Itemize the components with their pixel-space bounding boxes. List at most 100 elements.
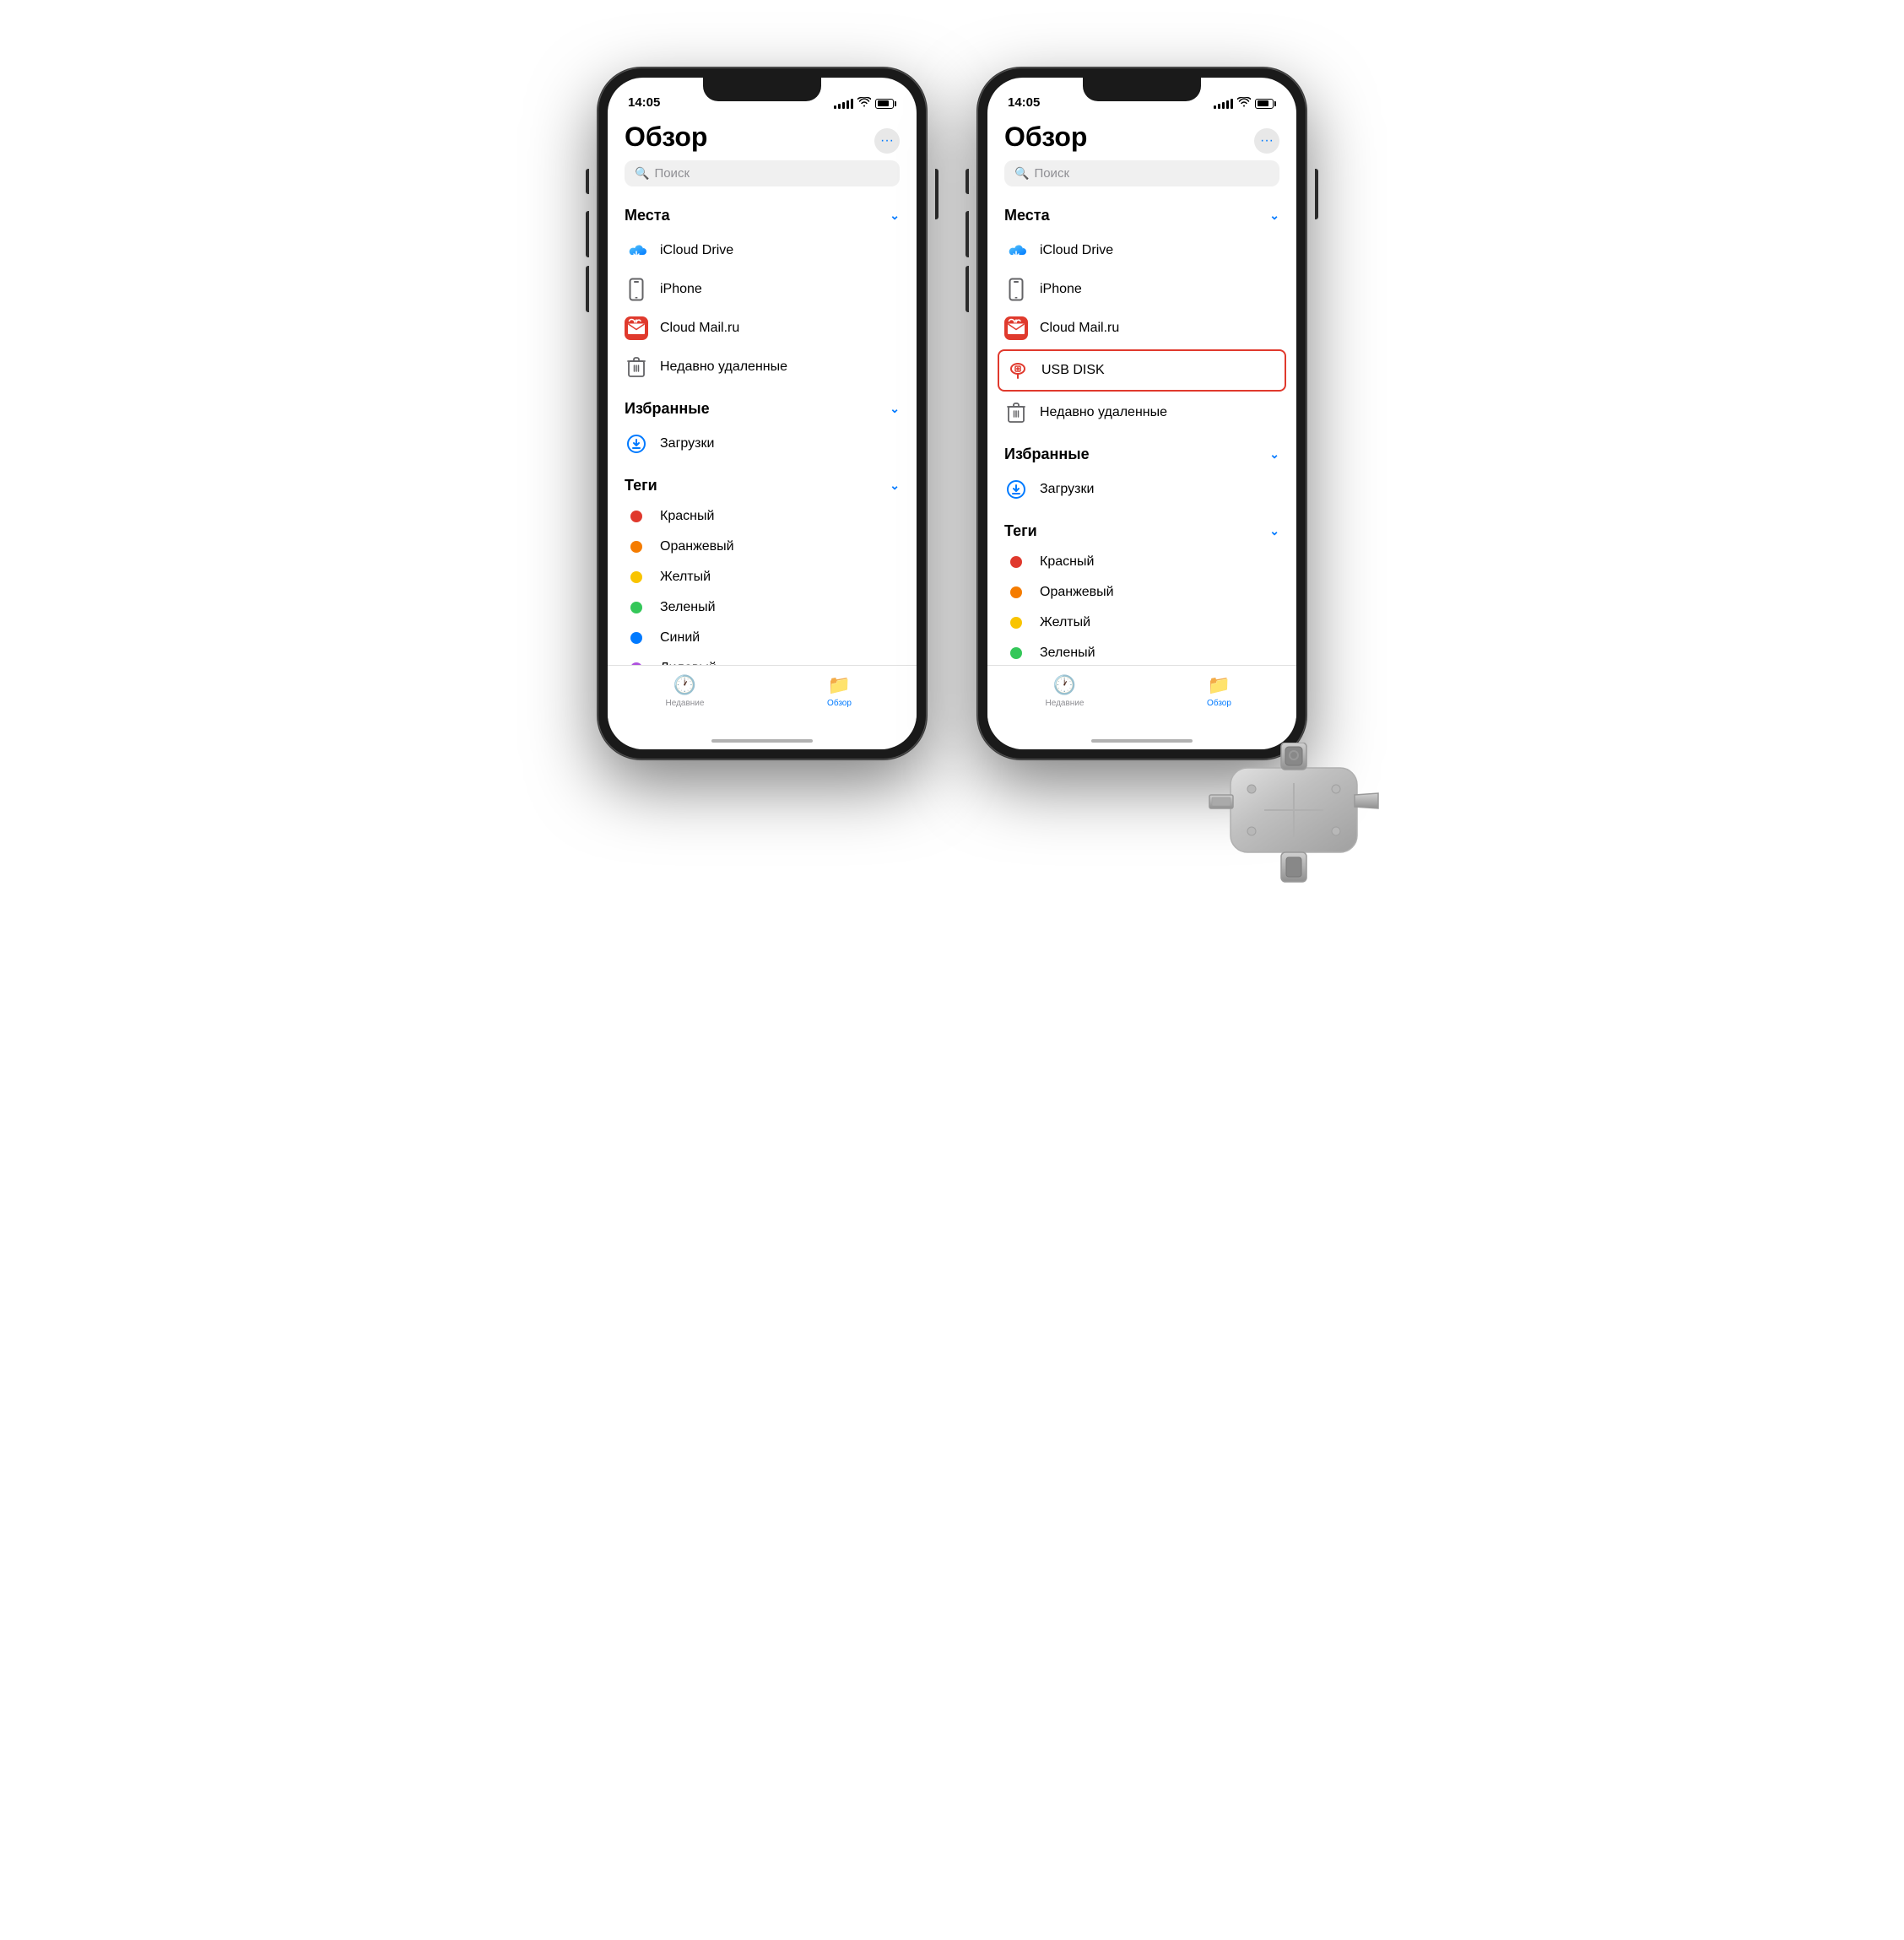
content-area: Обзор ··· 🔍 Поиск Места — [608, 115, 917, 665]
item-label-green: Зеленый — [660, 600, 716, 615]
signal-bar-0 — [1214, 105, 1216, 109]
item-label-icloud: iCloud Drive — [660, 243, 733, 258]
section-header-tags[interactable]: Теги ⌄ — [987, 512, 1296, 547]
list-item-iphone[interactable]: iPhone — [608, 270, 917, 309]
item-label-usb_disk: USB DISK — [1041, 363, 1105, 378]
section-places: Места ⌄ iCloud Drive — [987, 197, 1296, 432]
section-tags: Теги ⌄ Красный Оранжевый Желтый — [608, 467, 917, 665]
section-title-tags: Теги — [625, 477, 657, 494]
item-label-orange: Оранжевый — [660, 539, 734, 554]
section-title-favorites: Избранные — [625, 400, 710, 418]
list-item-orange[interactable]: Оранжевый — [987, 577, 1296, 608]
list-item-red[interactable]: Красный — [987, 547, 1296, 577]
tab-bar: 🕐 Недавние 📁 Обзор — [987, 665, 1296, 732]
volume-up-button — [966, 211, 969, 257]
chevron-icon-tags: ⌄ — [890, 478, 900, 493]
battery-tip — [895, 101, 896, 106]
list-item-usb_disk[interactable]: USB DISK — [998, 349, 1286, 392]
section-title-favorites: Избранные — [1004, 446, 1090, 463]
section-title-tags: Теги — [1004, 522, 1037, 540]
battery — [875, 99, 896, 109]
red-dot-icon — [630, 511, 642, 522]
status-time: 14:05 — [628, 95, 660, 110]
page-header: Обзор ··· — [987, 115, 1296, 157]
section-title-places: Места — [1004, 207, 1050, 224]
tab-recent[interactable]: 🕐 Недавние — [987, 674, 1142, 708]
list-item-green[interactable]: Зеленый — [987, 638, 1296, 665]
signal-bar-3 — [847, 100, 849, 109]
chevron-icon-favorites: ⌄ — [890, 402, 900, 416]
page-header: Обзор ··· — [608, 115, 917, 157]
battery-fill — [878, 100, 890, 106]
signal-bars — [1214, 99, 1233, 109]
tab-label-browse: Обзор — [827, 699, 852, 708]
list-item-iphone[interactable]: iPhone — [987, 270, 1296, 309]
search-bar[interactable]: 🔍 Поиск — [1004, 160, 1279, 186]
yellow-dot-icon — [1010, 617, 1022, 629]
list-item-yellow[interactable]: Желтый — [987, 608, 1296, 638]
red-dot-icon — [1010, 556, 1022, 568]
section-header-favorites[interactable]: Избранные ⌄ — [608, 390, 917, 424]
tab-browse[interactable]: 📁 Обзор — [1142, 674, 1296, 708]
trash-icon — [625, 355, 648, 379]
list-item-blue[interactable]: Синий — [608, 623, 917, 653]
phone-screen: 14:05 — [608, 78, 917, 749]
list-item-green[interactable]: Зеленый — [608, 592, 917, 623]
signal-bar-2 — [842, 102, 845, 109]
section-title-places: Места — [625, 207, 670, 224]
more-button[interactable]: ··· — [874, 128, 900, 154]
list-item-cloudmail[interactable]: Cloud Mail.ru — [608, 309, 917, 348]
list-item-red[interactable]: Красный — [608, 501, 917, 532]
signal-bar-0 — [834, 105, 836, 109]
mute-button — [966, 169, 969, 194]
list-item-orange[interactable]: Оранжевый — [608, 532, 917, 562]
search-bar[interactable]: 🔍 Поиск — [625, 160, 900, 186]
list-item-icloud[interactable]: iCloud Drive — [608, 231, 917, 270]
home-indicator — [608, 732, 917, 749]
section-header-favorites[interactable]: Избранные ⌄ — [987, 435, 1296, 470]
section-header-places[interactable]: Места ⌄ — [987, 197, 1296, 231]
battery-fill — [1258, 100, 1269, 106]
list-item-trash[interactable]: Недавно удаленные — [987, 393, 1296, 432]
status-time: 14:05 — [1008, 95, 1040, 110]
list-container: Места ⌄ iCloud Drive — [987, 197, 1296, 665]
list-item-purple[interactable]: Лиловый — [608, 653, 917, 665]
more-button[interactable]: ··· — [1254, 128, 1279, 154]
tab-label-browse: Обзор — [1207, 699, 1231, 708]
tab-recent[interactable]: 🕐 Недавние — [608, 674, 762, 708]
blue-dot-icon — [630, 632, 642, 644]
chevron-icon-tags: ⌄ — [1269, 524, 1279, 538]
list-item-icloud[interactable]: iCloud Drive — [987, 231, 1296, 270]
list-item-downloads[interactable]: Загрузки — [608, 424, 917, 463]
signal-bar-4 — [851, 99, 853, 109]
phone-screen: 14:05 — [987, 78, 1296, 749]
phone-phone-left: 14:05 — [598, 68, 927, 759]
yellow-dot-icon — [630, 571, 642, 583]
section-header-places[interactable]: Места ⌄ — [608, 197, 917, 231]
item-label-iphone: iPhone — [1040, 282, 1082, 297]
iphone-icon — [625, 278, 648, 301]
item-label-yellow: Желтый — [1040, 615, 1090, 630]
green-dot-icon — [630, 602, 642, 613]
section-tags: Теги ⌄ Красный Оранжевый Желтый — [987, 512, 1296, 665]
tab-icon-recent: 🕐 — [673, 674, 696, 696]
cloudmail-icon — [1004, 316, 1028, 340]
status-icons — [1214, 97, 1276, 110]
list-item-yellow[interactable]: Желтый — [608, 562, 917, 592]
tab-browse[interactable]: 📁 Обзор — [762, 674, 917, 708]
list-item-downloads[interactable]: Загрузки — [987, 470, 1296, 509]
orange-dot-icon — [630, 541, 642, 553]
page-title: Обзор — [1004, 122, 1087, 153]
item-label-blue: Синий — [660, 630, 700, 646]
orange-dot-icon — [1010, 586, 1022, 598]
search-icon: 🔍 — [635, 166, 649, 181]
list-item-cloudmail[interactable]: Cloud Mail.ru — [987, 309, 1296, 348]
home-bar — [1091, 739, 1193, 743]
chevron-icon-places: ⌄ — [890, 208, 900, 223]
section-header-tags[interactable]: Теги ⌄ — [608, 467, 917, 501]
cloudmail-icon — [625, 316, 648, 340]
list-item-trash[interactable]: Недавно удаленные — [608, 348, 917, 386]
mute-button — [586, 169, 589, 194]
battery — [1255, 99, 1276, 109]
icloud-icon — [625, 239, 648, 262]
